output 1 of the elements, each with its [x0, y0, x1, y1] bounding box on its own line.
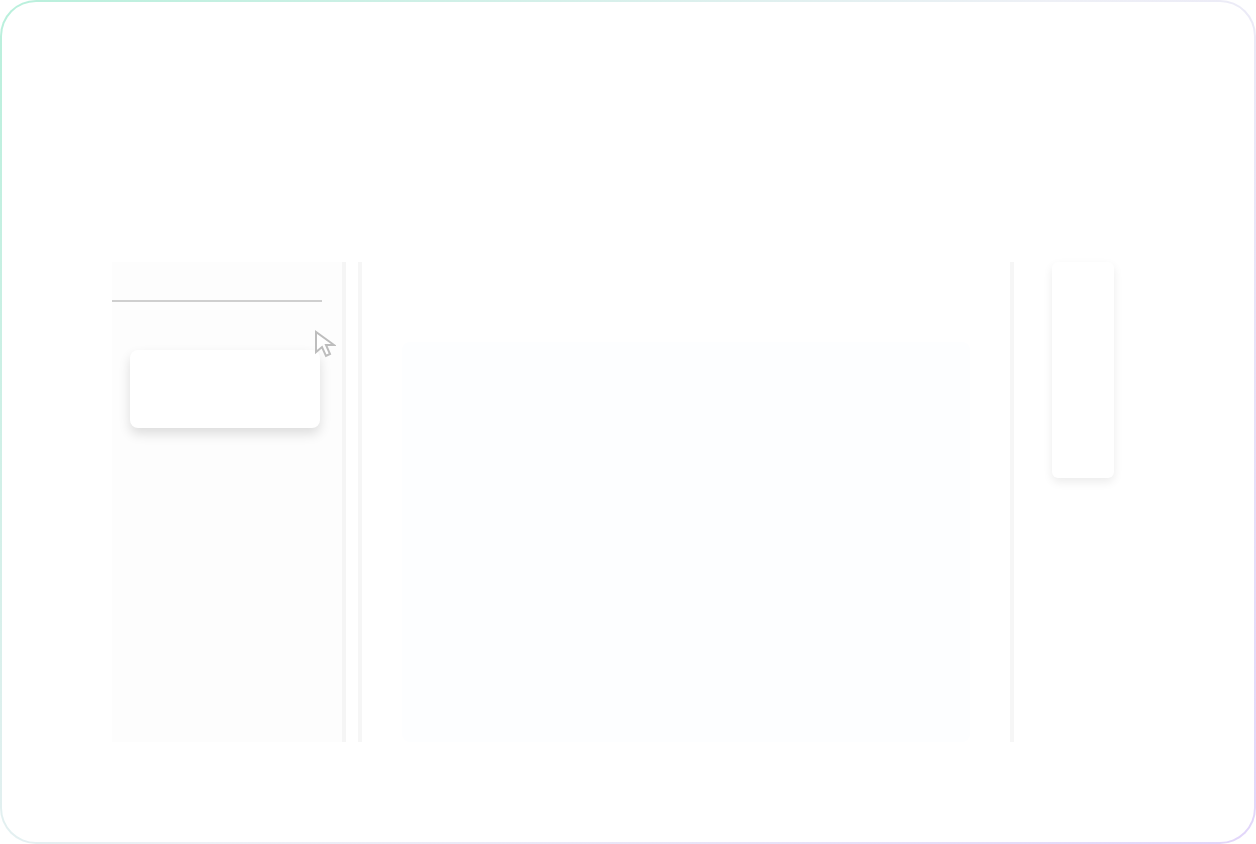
cursor-icon [314, 330, 336, 358]
